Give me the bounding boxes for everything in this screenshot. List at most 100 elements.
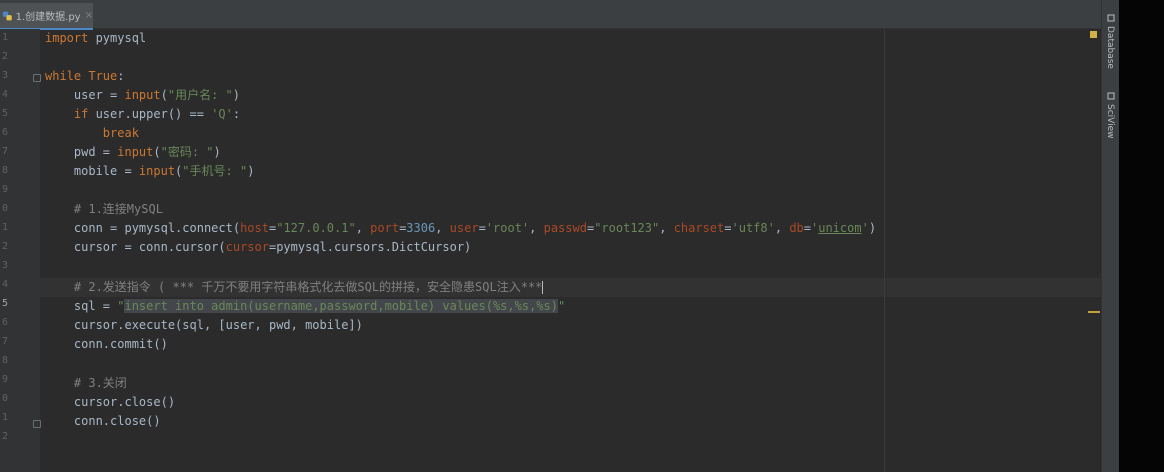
line-number: 5 — [1, 108, 8, 119]
code-text: = — [803, 221, 811, 235]
line-number: 2 — [1, 241, 8, 252]
code-line-21: conn.close() — [45, 414, 161, 428]
code-text: , — [529, 221, 544, 235]
line-number-gutter: 1 2 3 4 5 6 7 8 9 0 1 2 3 4 5 6 7 8 9 0 … — [0, 29, 60, 472]
editor-tab[interactable]: 1.创建数据.py × — [0, 3, 93, 30]
code-text: : — [232, 107, 241, 121]
selected-sql-string[interactable]: insert into admin(username,password,mobi… — [124, 299, 558, 313]
line-number: 1 — [1, 222, 8, 233]
param-name: host — [240, 221, 269, 235]
colon: : — [117, 69, 125, 83]
code-text: user.upper() == — [88, 107, 212, 121]
sciview-tool-tab[interactable]: SciView — [1105, 104, 1115, 139]
code-editor[interactable]: import pymysql while True: user = input(… — [40, 29, 1101, 472]
keyword-import: import — [45, 31, 89, 45]
line-number: 2 — [1, 51, 8, 62]
line-number: 9 — [1, 374, 8, 385]
code-text: , — [659, 221, 674, 235]
keyword-if: if — [45, 107, 89, 121]
code-text: ( — [153, 145, 161, 159]
code-text: =pymysql.cursors.DictCursor) — [268, 240, 472, 254]
code-text: ) — [213, 145, 221, 159]
right-tool-window-bar: Database SciView — [1101, 0, 1120, 472]
code-line-4: user = input("用户名: ") — [45, 86, 240, 105]
line-number: 7 — [1, 336, 8, 347]
python-file-icon — [2, 11, 12, 20]
string-literal: unicom — [818, 221, 862, 235]
string-quote: ' — [861, 221, 869, 235]
code-text: user = — [45, 88, 125, 102]
line-number: 2 — [1, 431, 8, 442]
param-name: db — [789, 221, 804, 235]
code-line-8: mobile = input("手机号: ") — [45, 162, 255, 181]
line-number: 1 — [1, 412, 8, 423]
builtin-input: input — [138, 164, 176, 178]
param-name: user — [449, 221, 479, 235]
right-margin-guide — [884, 29, 885, 472]
editor-tab-bar: 1.创建数据.py × — [0, 0, 1101, 30]
code-text: ) — [868, 221, 877, 235]
line-number: 4 — [1, 279, 8, 290]
line-number: 6 — [1, 127, 8, 138]
code-line-16: cursor.execute(sql, [user, pwd, mobile]) — [45, 318, 363, 332]
code-line-6: break — [45, 124, 139, 143]
code-text: mobile = — [45, 164, 139, 178]
code-line-1: import pymysql — [45, 29, 146, 48]
sciview-icon — [1107, 92, 1115, 100]
param-name: passwd — [543, 221, 587, 235]
string-literal: "密码: " — [160, 145, 214, 159]
line-number: 3 — [1, 70, 8, 81]
code-text: , — [435, 221, 450, 235]
keyword-break: break — [45, 126, 139, 140]
code-text: conn = pymysql.connect( — [45, 221, 241, 235]
line-number: 4 — [1, 89, 8, 100]
ide-window: 1.创建数据.py × 1 2 3 4 5 6 7 8 9 0 1 2 3 4 … — [0, 0, 1164, 472]
code-text: ) — [247, 164, 255, 178]
string-literal: 'root' — [485, 221, 530, 235]
line-number: 0 — [1, 203, 8, 214]
line-number: 7 — [1, 146, 8, 157]
string-literal: "127.0.0.1" — [276, 221, 356, 235]
line-number: 9 — [1, 184, 8, 195]
code-line-17: conn.commit() — [45, 337, 168, 351]
code-text: = — [724, 221, 732, 235]
code-text: sql = — [45, 299, 118, 313]
string-literal: "root123" — [594, 221, 660, 235]
string-literal: "用户名: " — [167, 88, 233, 102]
inspection-status-icon[interactable] — [1090, 31, 1097, 38]
code-line-3: while True: — [45, 67, 124, 86]
database-tool-tab[interactable]: Database — [1105, 26, 1115, 69]
code-text: ) — [232, 88, 240, 102]
param-name: port — [370, 221, 400, 235]
line-number: 8 — [1, 355, 8, 366]
param-name: cursor — [225, 240, 269, 254]
code-line-12: cursor = conn.cursor(cursor=pymysql.curs… — [45, 238, 471, 257]
code-comment-3: # 3.关闭 — [45, 376, 127, 390]
string-literal: 'Q' — [211, 107, 233, 121]
code-line-7: pwd = input("密码: ") — [45, 143, 221, 162]
code-line-15: sql = "insert into admin(username,passwo… — [45, 297, 565, 316]
code-text: , — [774, 221, 790, 235]
number-literal: 3306 — [406, 221, 436, 235]
module-name: pymysql — [88, 31, 147, 45]
line-number: 0 — [1, 393, 8, 404]
comment-text: # 2.发送指令 ( *** 千万不要用字符串格式化去做SQL的拼接，安全隐患S… — [45, 280, 543, 294]
code-line-11: conn = pymysql.connect(host = "127.0.0.1",… — [45, 219, 876, 238]
database-icon — [1107, 14, 1115, 22]
line-number: 6 — [1, 317, 8, 328]
param-name: charset — [673, 221, 725, 235]
code-text: pwd = — [45, 145, 118, 159]
code-comment-2: # 2.发送指令 ( *** 千万不要用字符串格式化去做SQL的拼接，安全隐患S… — [45, 278, 544, 297]
scrollbar-marker[interactable] — [1088, 311, 1100, 313]
code-text: ( — [160, 88, 168, 102]
code-line-5: if user.upper() == 'Q': — [45, 105, 240, 124]
window-edge — [1119, 0, 1164, 472]
string-literal: "手机号: " — [182, 164, 248, 178]
code-text: , — [355, 221, 371, 235]
code-comment-1: # 1.连接MySQL — [45, 202, 163, 216]
string-quote: " — [557, 299, 566, 313]
line-number: 5 — [1, 298, 8, 309]
string-literal: 'utf8' — [731, 221, 775, 235]
code-text: = — [478, 221, 486, 235]
close-icon[interactable]: × — [85, 10, 93, 21]
